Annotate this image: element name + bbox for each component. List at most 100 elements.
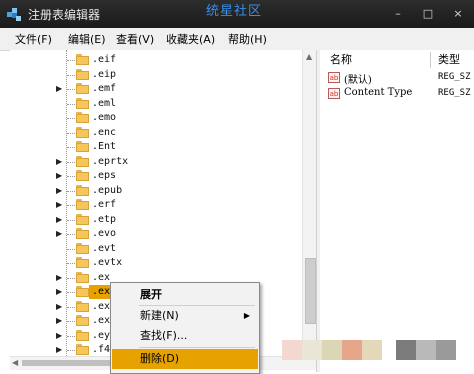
decorative-block: [436, 340, 456, 360]
context-menu-expand[interactable]: 展开: [112, 285, 258, 305]
menu-file[interactable]: 文件(F): [15, 31, 52, 47]
expand-arrow-icon[interactable]: ▶: [56, 331, 62, 340]
tree-connector: [67, 176, 75, 177]
column-header-type[interactable]: 类型: [438, 50, 460, 70]
minimize-button[interactable]: –: [388, 5, 408, 23]
menu-view[interactable]: 查看(V): [116, 31, 154, 47]
regedit-icon: [7, 8, 21, 21]
decorative-block: [302, 340, 322, 360]
folder-icon: [76, 257, 89, 268]
decorative-block: [322, 340, 342, 360]
tree-node[interactable]: .enc: [10, 126, 300, 140]
expand-arrow-icon[interactable]: ▶: [56, 229, 62, 238]
tree-node-label: .epub: [92, 184, 123, 196]
menu-edit[interactable]: 编辑(E): [68, 31, 106, 47]
tree-connector: [67, 219, 75, 221]
tree-node-label: .evt: [92, 242, 117, 254]
folder-icon: [76, 184, 89, 196]
tree-node-label: .eps: [92, 170, 117, 181]
tree-node[interactable]: ▶ .eprtx: [10, 155, 300, 169]
expand-arrow-icon[interactable]: ▶: [56, 316, 62, 325]
scroll-up-arrow-icon[interactable]: ▲: [306, 52, 312, 61]
menu-item-label: 新建(N): [140, 309, 179, 322]
tree-node[interactable]: ▶ .epub: [10, 184, 300, 198]
menu-item-label: 查找(F)...: [140, 329, 188, 342]
tree-node[interactable]: ▶ .erf: [10, 198, 300, 212]
scrollbar-thumb[interactable]: [305, 258, 316, 324]
tree-connector: [67, 292, 75, 293]
expand-arrow-icon[interactable]: ▶: [56, 345, 62, 354]
tree-connector: [67, 306, 75, 308]
value-name: Content Type: [344, 87, 413, 98]
value-type: REG_SZ: [438, 88, 471, 98]
tree-node[interactable]: ▶ .evo: [10, 227, 300, 241]
expand-arrow-icon[interactable]: ▶: [56, 171, 62, 180]
tree-node[interactable]: ▶ .emf: [10, 82, 300, 96]
decorative-block: [342, 340, 362, 360]
tree-connector: [67, 89, 75, 90]
folder-icon: [76, 126, 89, 138]
menu-help[interactable]: 帮助(H): [228, 31, 267, 47]
tree-node-label: .emf: [92, 83, 117, 94]
tree-node-label: .eip: [92, 68, 117, 80]
folder-icon: [76, 271, 89, 283]
context-menu-new[interactable]: 新建(N) ▶: [112, 306, 258, 326]
scroll-left-arrow-icon[interactable]: ◀: [12, 358, 18, 367]
tree-node[interactable]: .evtx: [10, 256, 300, 270]
folder-icon: [76, 286, 89, 297]
tree-node[interactable]: .eml: [10, 97, 300, 111]
tree-connector: [67, 147, 75, 148]
expand-arrow-icon[interactable]: ▶: [56, 200, 62, 209]
values-pane[interactable]: 名称 类型 ab (默认) REG_SZ ab Content Type REG…: [320, 50, 474, 372]
tree-node[interactable]: ▶ .etp: [10, 213, 300, 227]
tree-node-label: .enc: [92, 126, 117, 138]
tree-node[interactable]: ▶ .eps: [10, 169, 300, 183]
expand-arrow-icon[interactable]: ▶: [56, 84, 62, 93]
expand-arrow-icon[interactable]: ▶: [56, 287, 62, 296]
close-button[interactable]: ×: [448, 5, 468, 23]
tree-connector: [67, 205, 75, 206]
tree-node[interactable]: .emo: [10, 111, 300, 125]
tree-connector: [67, 60, 75, 61]
tree-node[interactable]: .eif: [10, 53, 300, 67]
submenu-arrow-icon: ▶: [243, 311, 250, 320]
value-name: (默认): [344, 75, 372, 86]
tree-node-label: .etp: [92, 213, 117, 225]
tree-connector: [67, 248, 75, 250]
expand-arrow-icon[interactable]: ▶: [56, 215, 62, 224]
tree-node[interactable]: .evt: [10, 242, 300, 256]
title-bar[interactable]: 注册表编辑器 统星社区 – □ ×: [0, 0, 474, 28]
context-menu-delete[interactable]: 删除(D): [112, 349, 258, 369]
folder-icon: [76, 300, 89, 312]
tree-node[interactable]: .Ent: [10, 140, 300, 154]
tree-connector: [67, 103, 75, 105]
maximize-button[interactable]: □: [418, 5, 438, 23]
expand-arrow-icon[interactable]: ▶: [56, 302, 62, 311]
folder-icon: [76, 54, 89, 65]
value-row[interactable]: ab (默认) REG_SZ: [320, 70, 474, 86]
folder-icon: [76, 141, 89, 152]
watermark: 统星社区: [206, 4, 263, 19]
context-menu-find[interactable]: 查找(F)...: [112, 326, 258, 346]
column-separator[interactable]: [430, 52, 431, 68]
tree-connector: [67, 263, 75, 264]
tree-connector: [67, 335, 75, 337]
expand-arrow-icon[interactable]: ▶: [56, 157, 62, 166]
folder-icon: [76, 68, 89, 80]
tree-node-label: .evo: [92, 228, 117, 239]
tree-node-label: .emo: [92, 112, 117, 123]
expand-arrow-icon[interactable]: ▶: [56, 186, 62, 195]
decorative-block: [282, 340, 302, 360]
tree-node-label: .erf: [92, 199, 117, 210]
tree-vertical-scrollbar[interactable]: ▲: [302, 50, 317, 356]
value-row[interactable]: ab Content Type REG_SZ: [320, 86, 474, 102]
context-menu: 展开 新建(N) ▶ 查找(F)... 删除(D): [110, 282, 260, 374]
tree-node-label: .eif: [92, 54, 117, 65]
menu-bar: 文件(F) 编辑(E) 查看(V) 收藏夹(A) 帮助(H): [0, 28, 474, 51]
menu-favorites[interactable]: 收藏夹(A): [166, 31, 215, 47]
expand-arrow-icon[interactable]: ▶: [56, 273, 62, 282]
column-header-name[interactable]: 名称: [330, 50, 352, 70]
tree-node[interactable]: .eip: [10, 68, 300, 82]
tree-connector: [67, 118, 75, 119]
decorative-block: [362, 340, 382, 360]
